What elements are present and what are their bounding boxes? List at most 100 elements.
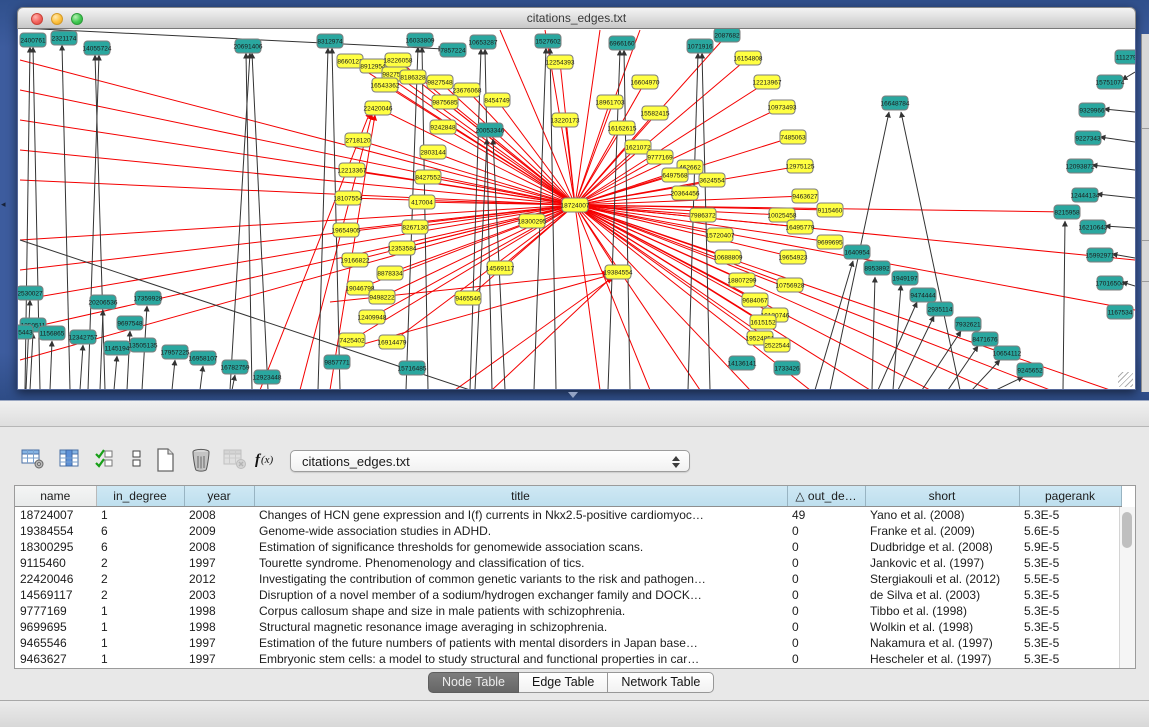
select-columns-button[interactable] — [55, 446, 85, 474]
cell-in_degree[interactable]: 6 — [96, 523, 184, 539]
graph-edge[interactable] — [50, 341, 52, 390]
graph-edge[interactable] — [232, 375, 235, 390]
graph-node[interactable]: 20691406 — [234, 39, 263, 53]
graph-node[interactable]: 16604970 — [631, 75, 660, 89]
graph-node[interactable]: 8878334 — [377, 266, 403, 280]
graph-node[interactable]: 16033809 — [406, 33, 435, 47]
cell-short[interactable]: Jankovic et al. (1997) — [865, 555, 1019, 571]
cell-title[interactable]: Changes of HCN gene expression and I(f) … — [254, 507, 787, 524]
graph-node[interactable]: 3624554 — [699, 173, 725, 187]
graph-node[interactable]: 18807299 — [728, 273, 757, 287]
cell-name[interactable]: 18724007 — [15, 507, 96, 524]
graph-node[interactable]: 17016504 — [1096, 276, 1125, 290]
cell-year[interactable]: 1997 — [184, 635, 254, 651]
graph-node[interactable]: 16210643 — [1079, 220, 1108, 234]
graph-edge[interactable] — [1063, 221, 1065, 390]
cell-short[interactable]: Yano et al. (2008) — [865, 507, 1019, 524]
graph-edge[interactable] — [252, 53, 268, 390]
graph-node[interactable]: 8215958 — [1054, 205, 1080, 219]
graph-edge[interactable] — [443, 127, 575, 205]
cell-short[interactable]: Dudbridge et al. (2008) — [865, 539, 1019, 555]
cell-pagerank[interactable]: 5.5E-5 — [1019, 571, 1121, 587]
graph-edge[interactable] — [230, 53, 250, 390]
delete-table-button[interactable] — [220, 446, 250, 474]
graph-node[interactable]: 13220173 — [551, 113, 580, 127]
graph-node[interactable]: 1112795 — [1115, 50, 1135, 64]
graph-node[interactable]: 22420046 — [364, 101, 393, 115]
graph-edge[interactable] — [20, 205, 575, 240]
graph-node[interactable]: 9463627 — [792, 189, 818, 203]
graph-node[interactable]: 20364456 — [671, 186, 700, 200]
tab-network-table[interactable]: Network Table — [608, 672, 714, 693]
network-graph[interactable]: 2400761232117414055724206914068312974160… — [18, 29, 1135, 390]
graph-node[interactable]: 1615152 — [750, 315, 776, 329]
table-row[interactable]: 946362711997Embryonic stem cells: a mode… — [15, 651, 1121, 667]
graph-node[interactable]: 9465546 — [455, 291, 481, 305]
graph-node[interactable]: 12213967 — [753, 75, 782, 89]
cell-pagerank[interactable]: 5.3E-5 — [1019, 507, 1121, 524]
graph-node[interactable]: 12254393 — [546, 55, 575, 69]
cell-out_de[interactable]: 0 — [787, 587, 865, 603]
graph-node[interactable]: 2803144 — [420, 145, 446, 159]
graph-node[interactable]: 15992971 — [1086, 248, 1115, 262]
graph-edge[interactable] — [100, 310, 103, 390]
table-row[interactable]: 1938455462009Genome-wide association stu… — [15, 523, 1121, 539]
cell-pagerank[interactable]: 5.6E-5 — [1019, 523, 1121, 539]
graph-node[interactable]: 14055724 — [83, 41, 112, 55]
graph-node[interactable]: 9242848 — [430, 120, 456, 134]
graph-node[interactable]: 16648784 — [881, 96, 910, 110]
cell-name[interactable]: 9699695 — [15, 619, 96, 635]
graph-edge[interactable] — [20, 205, 575, 300]
cell-name[interactable]: 9463627 — [15, 651, 96, 667]
graph-node[interactable]: 16162615 — [608, 121, 637, 135]
cell-year[interactable]: 2008 — [184, 539, 254, 555]
graph-node[interactable]: 16782759 — [221, 360, 250, 374]
column-header-year[interactable]: year — [184, 486, 254, 507]
graph-edge[interactable] — [422, 47, 428, 390]
cell-out_de[interactable]: 0 — [787, 619, 865, 635]
cell-pagerank[interactable]: 5.3E-5 — [1019, 651, 1121, 667]
cell-in_degree[interactable]: 1 — [96, 603, 184, 619]
graph-node[interactable]: 13505135 — [129, 338, 158, 352]
graph-node[interactable]: 15582415 — [641, 106, 670, 120]
cell-out_de[interactable]: 0 — [787, 555, 865, 571]
table-row[interactable]: 2242004622012Investigating the contribut… — [15, 571, 1121, 587]
graph-edge[interactable] — [575, 205, 650, 390]
graph-node[interactable]: 20206536 — [89, 295, 118, 309]
graph-node[interactable]: 7485063 — [780, 130, 806, 144]
graph-node[interactable]: 19384554 — [604, 265, 633, 279]
table-row[interactable]: 977716911998Corpus callosum shape and si… — [15, 603, 1121, 619]
graph-node[interactable]: 23676068 — [453, 83, 482, 97]
cell-out_de[interactable]: 0 — [787, 523, 865, 539]
graph-node[interactable]: 20053346 — [476, 123, 505, 137]
graph-edge[interactable] — [1097, 194, 1135, 198]
network-window-titlebar[interactable]: citations_edges.txt — [17, 7, 1136, 29]
graph-node[interactable]: 9827548 — [427, 75, 453, 89]
cell-year[interactable]: 1998 — [184, 603, 254, 619]
graph-node[interactable]: 19166822 — [341, 253, 370, 267]
cell-title[interactable]: Investigating the contribution of common… — [254, 571, 787, 587]
graph-node[interactable]: 12409948 — [358, 310, 387, 324]
tab-edge-table[interactable]: Edge Table — [519, 672, 608, 693]
graph-node[interactable]: 16914479 — [378, 335, 407, 349]
graph-node[interactable]: 15716485 — [398, 361, 427, 375]
graph-node[interactable]: 15720407 — [706, 228, 735, 242]
cell-in_degree[interactable]: 1 — [96, 635, 184, 651]
cell-year[interactable]: 2009 — [184, 523, 254, 539]
graph-node[interactable]: 1156865 — [39, 326, 65, 340]
cell-year[interactable]: 1997 — [184, 651, 254, 667]
cell-out_de[interactable]: 0 — [787, 635, 865, 651]
graph-node[interactable]: 18961703 — [596, 95, 625, 109]
column-header-short[interactable]: short — [865, 486, 1019, 507]
graph-node[interactable]: 6497568 — [662, 168, 688, 182]
graph-edge[interactable] — [922, 331, 961, 390]
graph-node[interactable]: 7932621 — [955, 317, 981, 331]
cell-in_degree[interactable]: 2 — [96, 587, 184, 603]
graph-node[interactable]: 10756928 — [776, 278, 805, 292]
cell-short[interactable]: Wolkin et al. (1998) — [865, 619, 1019, 635]
window-resize-grip[interactable] — [1118, 372, 1133, 387]
graph-node[interactable]: 1527602 — [535, 34, 561, 48]
cell-title[interactable]: Estimation of significance thresholds fo… — [254, 539, 787, 555]
graph-node[interactable]: 9474444 — [910, 288, 936, 302]
graph-node[interactable]: 9777169 — [647, 150, 673, 164]
